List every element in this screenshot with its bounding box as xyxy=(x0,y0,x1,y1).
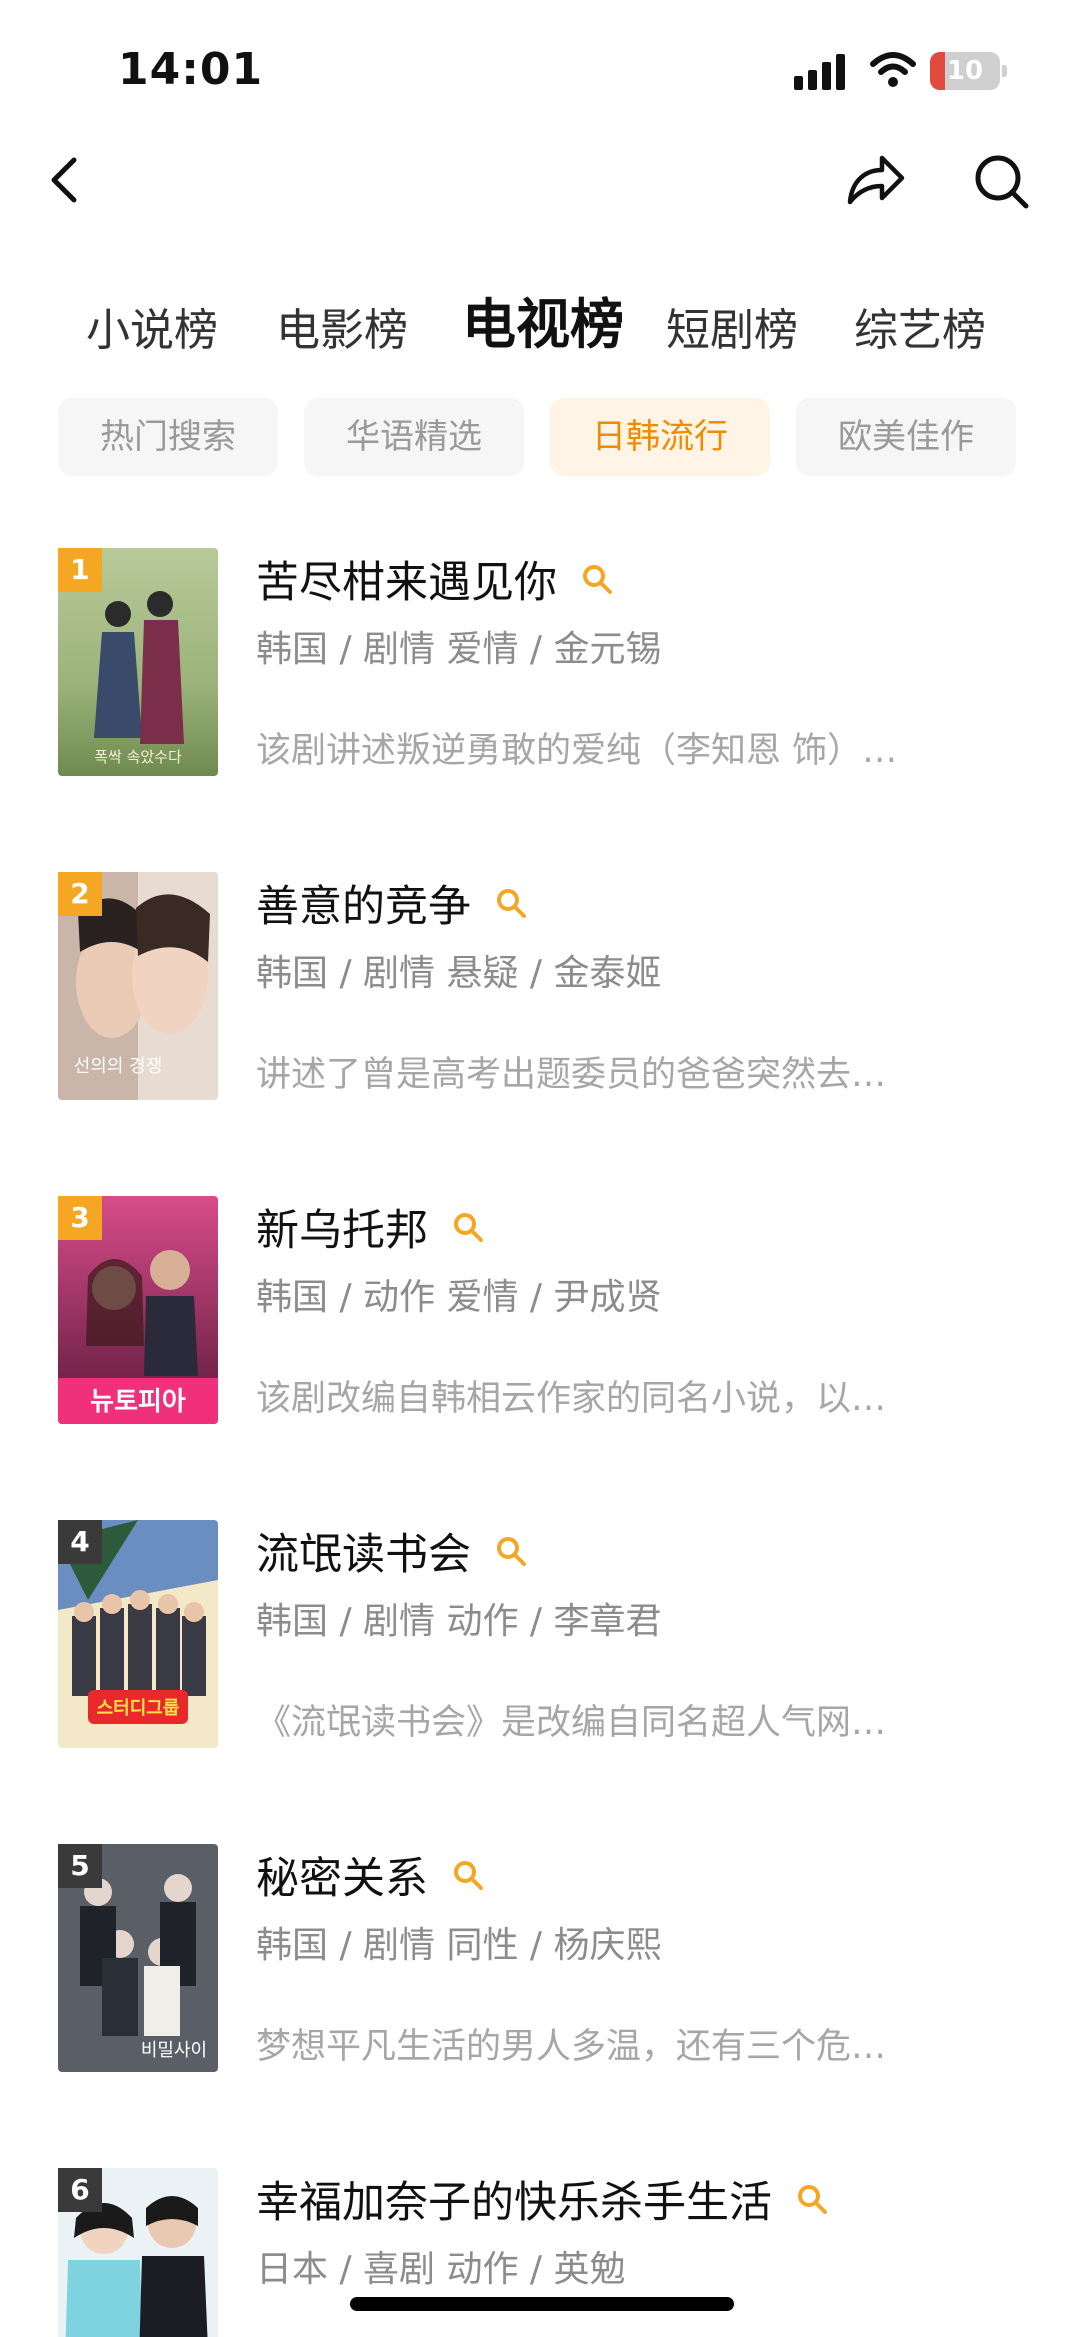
home-indicator[interactable] xyxy=(350,2297,734,2311)
wifi-icon xyxy=(870,52,916,87)
subtab-jp-kr[interactable]: 日韩流行 xyxy=(550,398,770,476)
tab-short-drama[interactable]: 短剧榜 xyxy=(666,294,798,358)
subtab-western[interactable]: 欧美佳作 xyxy=(796,398,1016,476)
rank-badge: 5 xyxy=(58,1844,102,1888)
item-title: 新乌托邦 xyxy=(256,1206,428,1256)
search-icon[interactable] xyxy=(795,2182,829,2216)
poster-text: 폭싹 속았수다 xyxy=(94,748,182,766)
chevron-left-icon xyxy=(51,157,77,203)
subtab-chinese[interactable]: 华语精选 xyxy=(304,398,524,476)
list-item[interactable]: 스터디그룹 4 流氓读书会 韩国 / 剧情 动作 / 李章君 《流氓读书会》是改… xyxy=(0,1520,1080,1780)
item-description: 该剧讲述叛逆勇敢的爱纯（李知恩 饰）… xyxy=(256,731,898,771)
item-title: 流氓读书会 xyxy=(256,1530,471,1580)
item-meta: 韩国 / 动作 爱情 / 尹成贤 xyxy=(256,1277,662,1318)
rank-badge: 1 xyxy=(58,548,102,592)
item-description: 梦想平凡生活的男人多温，还有三个危… xyxy=(256,2027,887,2067)
item-meta: 日本 / 喜剧 动作 / 英勉 xyxy=(256,2249,626,2290)
item-title-row[interactable]: 流氓读书会 xyxy=(256,1520,528,1580)
rank-badge: 3 xyxy=(58,1196,102,1240)
share-icon xyxy=(847,155,905,205)
item-description: 讲述了曾是高考出题委员的爸爸突然去… xyxy=(256,1055,887,1095)
nav-bar xyxy=(0,140,1080,220)
rank-badge: 2 xyxy=(58,872,102,916)
sub-tabs: 热门搜索 华语精选 日韩流行 欧美佳作 xyxy=(0,398,1080,478)
item-title-row[interactable]: 善意的竞争 xyxy=(256,872,528,932)
item-meta: 韩国 / 剧情 动作 / 李章君 xyxy=(256,1601,662,1642)
poster-text: 선의의 경쟁 xyxy=(74,1056,163,1077)
rank-badge: 4 xyxy=(58,1520,102,1564)
item-meta: 韩国 / 剧情 同性 / 杨庆熙 xyxy=(256,1925,662,1966)
subtab-hot-search[interactable]: 热门搜索 xyxy=(58,398,278,476)
list-item[interactable]: 비밀사이 5 秘密关系 韩国 / 剧情 同性 / 杨庆熙 梦想平凡生活的男人多温… xyxy=(0,1844,1080,2104)
item-title-row[interactable]: 新乌托邦 xyxy=(256,1196,485,1256)
tab-tv[interactable]: 电视榜 xyxy=(462,280,624,359)
list-item[interactable]: 폭싹 속았수다 1 苦尽柑来遇见你 韩国 / 剧情 爱情 / 金元锡 该剧讲述叛… xyxy=(0,548,1080,808)
item-description: 该剧改编自韩相云作家的同名小说，以… xyxy=(256,1379,887,1419)
tab-movie[interactable]: 电影榜 xyxy=(276,294,408,358)
item-title: 秘密关系 xyxy=(256,1854,428,1904)
item-description: 《流氓读书会》是改编自同名超人气网… xyxy=(256,1703,887,1743)
rank-badge: 6 xyxy=(58,2168,102,2212)
status-time: 14:01 xyxy=(118,44,264,95)
list-item[interactable]: 뉴토피아 3 新乌托邦 韩国 / 动作 爱情 / 尹成贤 该剧改编自韩相云作家的… xyxy=(0,1196,1080,1456)
item-title-row[interactable]: 幸福加奈子的快乐杀手生活 xyxy=(256,2168,829,2228)
search-icon[interactable] xyxy=(451,1210,485,1244)
poster-text: 뉴토피아 xyxy=(90,1387,186,1417)
item-title: 幸福加奈子的快乐杀手生活 xyxy=(256,2178,772,2228)
tab-novel[interactable]: 小说榜 xyxy=(86,294,218,358)
tab-variety[interactable]: 综艺榜 xyxy=(854,294,986,358)
battery-icon: 10 xyxy=(930,52,1008,90)
search-button[interactable] xyxy=(966,140,1036,220)
back-button[interactable] xyxy=(36,140,96,220)
item-meta: 韩国 / 剧情 悬疑 / 金泰姬 xyxy=(256,953,662,994)
item-meta: 韩国 / 剧情 爱情 / 金元锡 xyxy=(256,629,662,670)
search-icon[interactable] xyxy=(494,886,528,920)
search-icon[interactable] xyxy=(494,1534,528,1568)
item-title-row[interactable]: 秘密关系 xyxy=(256,1844,485,1904)
search-icon[interactable] xyxy=(451,1858,485,1892)
poster-text: 비밀사이 xyxy=(141,2040,207,2061)
item-title-row[interactable]: 苦尽柑来遇见你 xyxy=(256,548,614,608)
share-button[interactable] xyxy=(840,140,910,220)
signal-icon xyxy=(794,54,846,90)
status-bar: 14:01 10 xyxy=(0,0,1080,140)
search-icon xyxy=(975,155,1029,209)
category-tabs: 小说榜 电影榜 电视榜 短剧榜 综艺榜 xyxy=(0,280,1080,370)
poster-text: 스터디그룹 xyxy=(97,1698,180,1719)
search-icon[interactable] xyxy=(580,562,614,596)
list-item[interactable]: 선의의 경쟁 2 善意的竞争 韩国 / 剧情 悬疑 / 金泰姬 讲述了曾是高考出… xyxy=(0,872,1080,1132)
list-item[interactable]: 6 幸福加奈子的快乐杀手生活 日本 / 喜剧 动作 / 英勉 xyxy=(0,2168,1080,2337)
item-title: 善意的竞争 xyxy=(256,882,471,932)
battery-level: 10 xyxy=(946,56,984,86)
item-title: 苦尽柑来遇见你 xyxy=(256,558,557,608)
